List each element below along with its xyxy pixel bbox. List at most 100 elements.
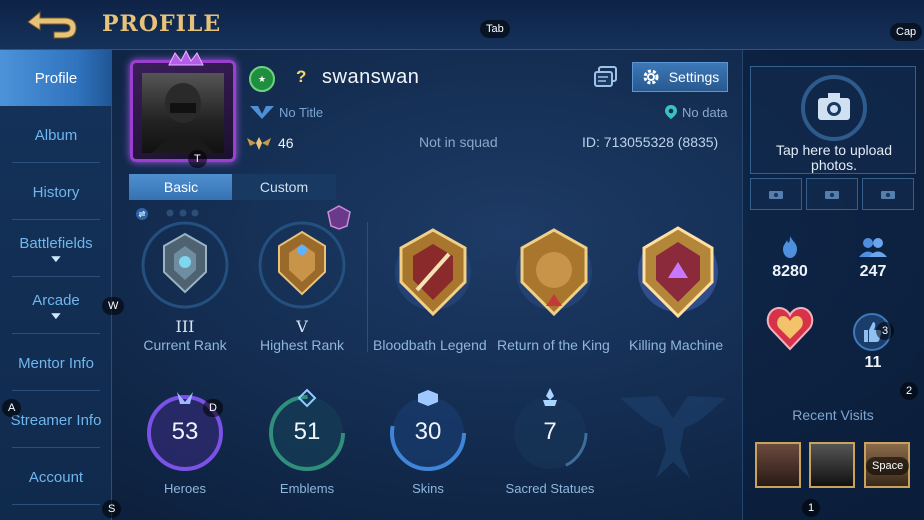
achievement-label: Return of the King [497, 337, 610, 353]
visitor-avatar[interactable] [755, 442, 801, 488]
sidebar-item-label: Streamer Info [10, 411, 102, 429]
chevron-down-icon: ▼ [48, 253, 64, 265]
camera-icon [769, 191, 783, 199]
sidebar-item-label: Album [34, 126, 78, 144]
settings-label: Settings [668, 69, 720, 85]
stat-value: 7 [543, 418, 557, 445]
level-wings-icon [247, 137, 271, 150]
key-hint-t: T [188, 150, 207, 168]
heart-icon[interactable] [766, 305, 814, 351]
stat-label: Heroes [164, 481, 206, 496]
popularity-value: 8280 [772, 263, 808, 280]
achievement-killing-machine[interactable] [614, 222, 742, 327]
avatar-image [142, 73, 224, 153]
frame-crown-icon [168, 49, 204, 66]
sidebar: Profile Album History Battlefields ▼ Arc… [0, 50, 112, 520]
photo-slot[interactable] [750, 178, 802, 210]
swap-icon[interactable] [135, 207, 149, 221]
stat-value: 53 [171, 418, 199, 445]
watermark-bird-icon [620, 396, 726, 478]
divider [12, 390, 100, 391]
stat-value: 51 [293, 418, 321, 445]
tab-basic[interactable]: Basic [129, 174, 233, 200]
divider [367, 222, 368, 352]
level-row: 46 [246, 134, 294, 152]
key-hint-cap: Cap [890, 23, 923, 41]
sidebar-item-label: Profile [34, 69, 78, 87]
username: swanswan [322, 66, 420, 88]
rank-tier: V [296, 317, 308, 336]
rank-emblem-icon [258, 221, 346, 309]
popularity-flame-icon [783, 236, 797, 258]
settings-button[interactable]: Settings [632, 62, 728, 92]
photo-slot[interactable] [862, 178, 914, 210]
sidebar-item-mentor-info[interactable]: Mentor Info [0, 335, 112, 391]
photo-slot[interactable] [806, 178, 858, 210]
location-text: No data [682, 104, 728, 120]
title-row[interactable]: No Title [249, 104, 323, 120]
location-row: No data [664, 104, 728, 120]
followers-icon[interactable] [858, 236, 888, 258]
player-level: 46 [278, 135, 294, 151]
stat-emblems[interactable]: 51 [262, 388, 352, 478]
sidebar-item-arcade[interactable]: Arcade ▼ [0, 278, 112, 334]
key-hint-tab: Tab [480, 20, 510, 38]
stat-sacred-statues[interactable]: 7 [505, 388, 595, 478]
top-bar: PROFILE [0, 0, 924, 50]
squad-status: Not in squad [419, 134, 498, 150]
stat-label: Emblems [279, 481, 335, 496]
key-hint-1: 1 [802, 499, 821, 517]
stat-skins[interactable]: 30 [383, 388, 473, 478]
current-rank[interactable]: III Current Rank [125, 220, 245, 353]
rank-tier: III [175, 317, 195, 336]
chat-icon[interactable] [594, 66, 618, 88]
rank-label: Highest Rank [259, 337, 345, 353]
sidebar-item-album[interactable]: Album [0, 107, 112, 163]
highest-rank[interactable]: V Highest Rank [242, 220, 362, 353]
achievement-badge-icon [395, 228, 471, 317]
player-id: ID: 713055328 (8835) [582, 134, 719, 150]
player-title: No Title [279, 104, 324, 120]
sidebar-item-label: Account [28, 468, 84, 486]
sidebar-item-label: Arcade [32, 291, 80, 309]
achievement-label: Killing Machine [629, 337, 724, 353]
upload-text-line: photos. [811, 157, 857, 173]
key-hint-3: 3 [876, 322, 895, 340]
key-hint-2: 2 [900, 382, 919, 400]
achievement-bloodbath-legend[interactable] [369, 222, 497, 327]
sidebar-item-label: History [32, 183, 80, 201]
sidebar-item-account[interactable]: Account [0, 449, 112, 505]
rank-label: Current Rank [143, 337, 227, 353]
achievement-return-of-the-king[interactable] [490, 222, 618, 327]
upload-photos-button[interactable]: Tap here to upload photos. [750, 66, 916, 174]
achievement-label: Bloodbath Legend [373, 337, 487, 353]
page-dots [166, 209, 199, 217]
divider [12, 219, 100, 220]
sidebar-item-profile[interactable]: Profile [0, 50, 112, 106]
divider [12, 504, 100, 505]
avatar[interactable] [130, 49, 236, 162]
upload-hint: Tap here to upload photos. [751, 143, 917, 173]
stat-label: Sacred Statues [505, 481, 595, 496]
camera-icon [825, 191, 839, 199]
camera-icon [881, 191, 895, 199]
help-icon[interactable]: ? [296, 67, 306, 87]
achievement-badge-icon [516, 228, 592, 317]
camera-icon [801, 75, 867, 141]
achievement-badge-icon [638, 226, 718, 319]
location-pin-icon [665, 105, 677, 119]
recent-visits-label: Recent Visits [792, 407, 874, 423]
tab-custom[interactable]: Custom [232, 174, 336, 200]
sidebar-item-history[interactable]: History [0, 164, 112, 220]
key-hint-space: Space [866, 457, 910, 475]
divider [12, 333, 100, 334]
back-arrow-icon[interactable] [24, 8, 80, 40]
page-title: PROFILE [102, 11, 222, 37]
sidebar-item-label: Mentor Info [18, 354, 94, 372]
visitor-avatar[interactable] [809, 442, 855, 488]
stat-label: Skins [412, 481, 444, 496]
followers-value: 247 [859, 263, 887, 280]
stat-value: 30 [414, 418, 442, 445]
sidebar-item-battlefields[interactable]: Battlefields ▼ [0, 221, 112, 277]
divider [12, 276, 100, 277]
